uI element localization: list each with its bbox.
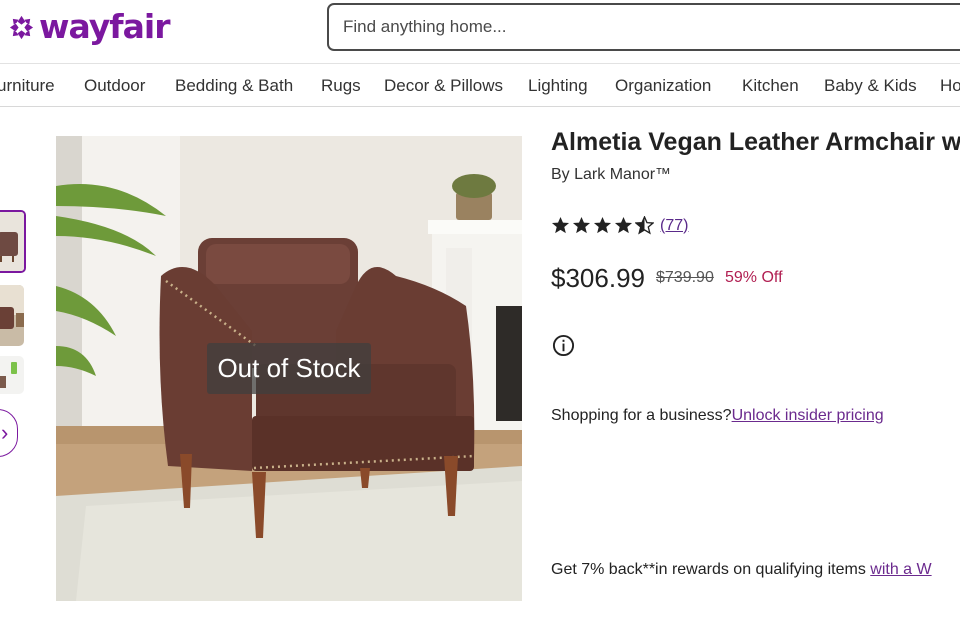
nav-item-organization[interactable]: Organization xyxy=(615,76,711,96)
logo-text: wayfair xyxy=(39,7,170,46)
rewards-text: Get 7% back**in rewards on qualifying it… xyxy=(551,561,871,578)
sale-price: $306.99 xyxy=(551,263,645,293)
nav-item-furniture[interactable]: urniture xyxy=(0,76,55,96)
carousel-next-button[interactable]: › xyxy=(0,409,18,457)
thumbnail-2[interactable] xyxy=(0,285,24,346)
info-icon[interactable] xyxy=(552,334,575,357)
product-brand[interactable]: By Lark Manor™ xyxy=(551,166,671,184)
unlock-insider-pricing-link[interactable]: Unlock insider pricing xyxy=(732,407,884,424)
nav-item-rugs[interactable]: Rugs xyxy=(321,76,361,96)
wayfair-logo[interactable]: wayfair xyxy=(8,7,170,46)
nav-item-lighting[interactable]: Lighting xyxy=(528,76,588,96)
out-of-stock-overlay: Out of Stock xyxy=(207,343,371,394)
star-rating[interactable]: (77) xyxy=(551,216,688,235)
nav-item-outdoor[interactable]: Outdoor xyxy=(84,76,145,96)
product-title: Almetia Vegan Leather Armchair w xyxy=(551,128,960,156)
thumbnail-chair-image xyxy=(0,212,24,271)
thumbnail-detail-image xyxy=(0,356,24,394)
business-text: Shopping for a business? xyxy=(551,407,732,424)
nav-item-home[interactable]: Ho xyxy=(940,76,960,96)
chevron-right-icon: › xyxy=(1,420,9,445)
nav-item-kitchen[interactable]: Kitchen xyxy=(742,76,799,96)
search-bar[interactable] xyxy=(327,3,960,51)
star-full-icon xyxy=(572,216,591,234)
star-half-icon xyxy=(635,216,654,235)
rewards-card-link[interactable]: with a W xyxy=(870,561,931,578)
nav-item-decor-pillows[interactable]: Decor & Pillows xyxy=(384,76,503,96)
original-price: $739.90 xyxy=(656,269,714,286)
wayfair-logo-icon xyxy=(9,15,34,39)
rewards-row: Get 7% back**in rewards on qualifying it… xyxy=(551,561,932,579)
nav-item-bedding-bath[interactable]: Bedding & Bath xyxy=(175,76,293,96)
business-pricing-row: Shopping for a business?Unlock insider p… xyxy=(551,407,884,425)
thumbnail-3[interactable] xyxy=(0,356,24,394)
thumbnail-1[interactable] xyxy=(0,210,26,273)
star-full-icon xyxy=(614,216,633,234)
category-nav: urniture Outdoor Bedding & Bath Rugs Dec… xyxy=(0,63,960,107)
search-input[interactable] xyxy=(343,5,943,49)
star-full-icon xyxy=(551,216,570,234)
review-count-link[interactable]: (77) xyxy=(660,217,688,235)
thumbnail-room-image xyxy=(0,285,24,346)
nav-item-baby-kids[interactable]: Baby & Kids xyxy=(824,76,917,96)
star-full-icon xyxy=(593,216,612,234)
discount-badge: 59% Off xyxy=(725,269,783,286)
